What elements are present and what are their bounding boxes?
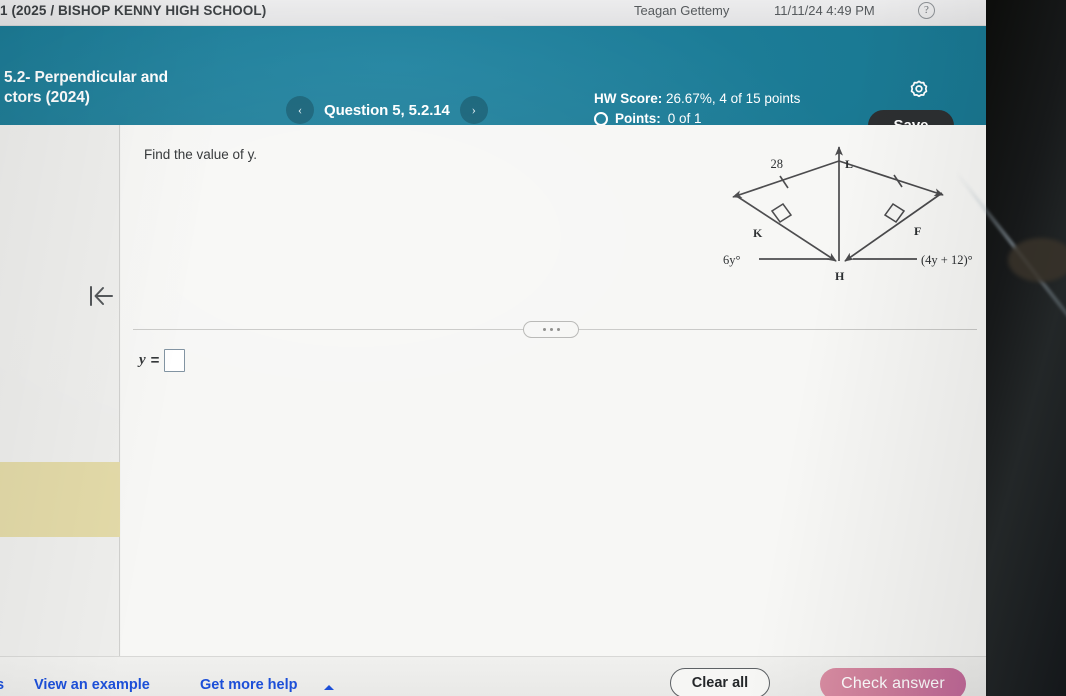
figure-angle-right: (4y + 12)° — [921, 253, 973, 267]
points-label: Points: — [615, 111, 661, 126]
browser-tab-title[interactable]: 1 (2025 / BISHOP KENNY HIGH SCHOOL) — [0, 3, 266, 18]
highlighted-rail-block — [0, 462, 120, 537]
get-more-help-link[interactable]: Get more help — [200, 677, 298, 693]
collapse-panel-icon[interactable] — [86, 283, 116, 309]
answer-variable-label: y — [139, 352, 146, 368]
footer-cut-link[interactable]: s — [0, 677, 4, 693]
gear-icon[interactable] — [908, 79, 930, 101]
question-label: Question 5, 5.2.14 — [324, 101, 450, 119]
screen-content: 1 (2025 / BISHOP KENNY HIGH SCHOOL) Teag… — [0, 0, 988, 696]
photo-background-right — [954, 0, 1066, 696]
check-answer-button[interactable]: Check answer — [820, 668, 966, 696]
answer-input[interactable] — [164, 349, 186, 372]
photo-frame: 1 (2025 / BISHOP KENNY HIGH SCHOOL) Teag… — [0, 0, 1066, 696]
user-name-label: Teagan Gettemy — [634, 3, 730, 18]
help-icon[interactable]: ? — [918, 2, 935, 19]
question-prompt: Find the value of y. — [144, 147, 258, 162]
photo-blob — [1008, 238, 1066, 282]
answer-equals-sign: = — [150, 352, 160, 369]
question-panel: Find the value of y. L K F H 28 6y° (4y … — [121, 125, 988, 656]
browser-top-bar: 1 (2025 / BISHOP KENNY HIGH SCHOOL) Teag… — [0, 0, 988, 26]
dot-icon — [549, 328, 553, 331]
work-area: t Find the value of y. — [0, 125, 988, 656]
figure-label-F: F — [914, 224, 921, 238]
section-divider — [133, 319, 977, 339]
question-navigator: ‹ Question 5, 5.2.14 › — [286, 96, 488, 124]
points-circle-icon — [594, 111, 608, 126]
assignment-title: 5.2- Perpendicular and ctors (2024) — [4, 69, 169, 106]
caret-up-icon[interactable] — [324, 685, 334, 690]
figure-label-H: H — [835, 269, 845, 283]
clear-all-button[interactable]: Clear all — [670, 668, 770, 696]
dot-icon — [556, 328, 560, 331]
geometry-figure: L K F H 28 6y° (4y + 12)° — [721, 137, 986, 302]
previous-question-button[interactable]: ‹ — [286, 96, 314, 124]
figure-label-L: L — [845, 157, 853, 171]
hw-score-value: 26.67%, 4 of 15 points — [666, 91, 801, 106]
left-rail: t — [0, 125, 120, 656]
divider-more-options-button[interactable] — [523, 321, 579, 338]
timestamp-label: 11/11/24 4:49 PM — [774, 3, 875, 18]
score-block: HW Score: 26.67%, 4 of 15 points Points:… — [594, 91, 800, 126]
answer-row: y = — [139, 349, 186, 372]
figure-label-K: K — [753, 226, 763, 240]
figure-angle-left: 6y° — [723, 253, 741, 267]
points-value: 0 of 1 — [667, 111, 702, 126]
points-row: Points: 0 of 1 — [594, 111, 800, 126]
dot-icon — [542, 328, 546, 331]
view-an-example-link[interactable]: View an example — [34, 677, 150, 693]
figure-segment-measure: 28 — [771, 157, 784, 171]
homework-score: HW Score: 26.67%, 4 of 15 points — [594, 91, 800, 106]
next-question-button[interactable]: › — [459, 96, 488, 124]
assignment-header: 5.2- Perpendicular and ctors (2024) ‹ Qu… — [0, 26, 988, 141]
hw-score-label: HW Score: — [594, 91, 663, 106]
